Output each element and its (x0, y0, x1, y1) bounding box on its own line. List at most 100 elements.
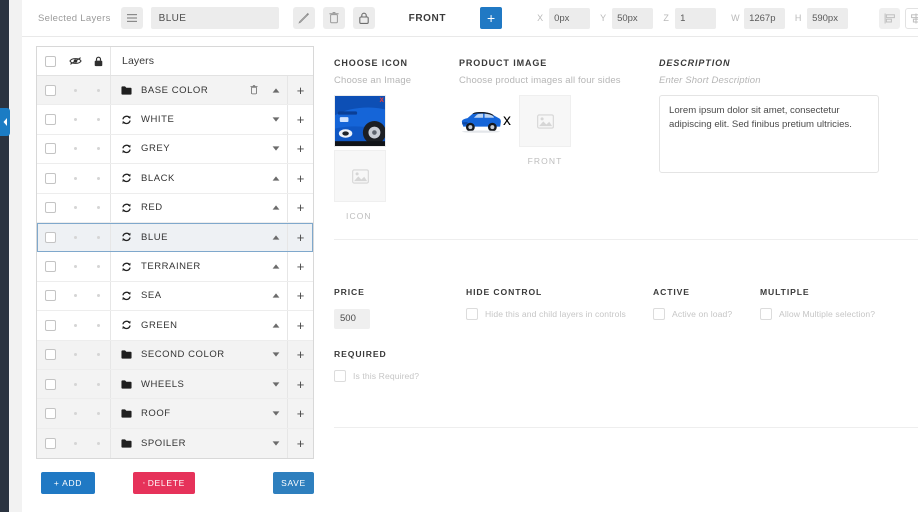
layer-lock-cell[interactable] (87, 428, 111, 459)
layer-visibility-cell[interactable] (63, 411, 87, 415)
layer-row[interactable]: RED + (37, 193, 313, 223)
align-center-horizontal-button[interactable] (905, 7, 918, 29)
transform-w-input[interactable] (744, 7, 786, 29)
layer-visibility-cell[interactable] (63, 382, 87, 386)
layer-checkbox[interactable] (44, 290, 56, 302)
layer-collapse-toggle[interactable] (265, 411, 287, 416)
layer-lock-cell[interactable] (87, 222, 111, 252)
hide-control-checkbox[interactable] (466, 308, 478, 320)
layer-checkbox[interactable] (44, 319, 56, 331)
layer-row[interactable]: SEA + (37, 281, 313, 312)
layer-add-child-button[interactable]: + (287, 164, 313, 193)
delete-layer-button[interactable] (322, 7, 345, 29)
layer-checkbox[interactable] (44, 172, 56, 184)
description-textarea[interactable] (659, 95, 879, 173)
layer-collapse-toggle[interactable] (265, 293, 287, 299)
layer-lock-cell[interactable] (87, 340, 111, 369)
layer-add-child-button[interactable]: + (287, 340, 313, 369)
transform-h-input[interactable] (807, 7, 849, 29)
layer-lock-cell[interactable] (87, 399, 111, 428)
layer-row[interactable]: SPOILER + (37, 428, 313, 459)
layer-add-child-button[interactable]: + (287, 76, 313, 105)
hamburger-menu-button[interactable] (120, 7, 143, 29)
layer-visibility-cell[interactable] (63, 441, 87, 445)
add-layer-button[interactable]: + ADD (41, 472, 95, 494)
layer-visibility-cell[interactable] (63, 176, 87, 180)
layer-lock-cell[interactable] (87, 134, 111, 164)
layer-row[interactable]: TERRAINER + (37, 252, 313, 282)
layer-lock-cell[interactable] (87, 105, 111, 134)
required-checkbox[interactable] (334, 370, 346, 382)
layer-lock-cell[interactable] (87, 369, 111, 399)
layer-add-child-button[interactable]: + (287, 369, 313, 399)
layer-checkbox[interactable] (44, 261, 56, 273)
layer-add-child-button[interactable]: + (287, 222, 313, 252)
lock-icon[interactable] (94, 56, 103, 67)
layer-collapse-toggle[interactable] (265, 352, 287, 357)
price-input[interactable] (334, 308, 370, 329)
transform-x-input[interactable] (549, 7, 591, 29)
layer-row[interactable]: GREY + (37, 134, 313, 165)
layer-add-child-button[interactable]: + (287, 105, 313, 134)
layer-collapse-toggle[interactable] (265, 176, 287, 181)
layer-checkbox[interactable] (44, 202, 56, 214)
layer-delete-button[interactable] (243, 85, 265, 95)
layer-lock-cell[interactable] (87, 76, 111, 105)
layer-add-child-button[interactable]: + (287, 428, 313, 459)
layer-row[interactable]: BLUE + (37, 222, 313, 253)
layer-row[interactable]: SECOND COLOR + (37, 340, 313, 370)
layer-lock-cell[interactable] (87, 164, 111, 193)
layer-visibility-cell[interactable] (63, 235, 87, 239)
layer-collapse-toggle[interactable] (265, 88, 287, 93)
layer-add-child-button[interactable]: + (287, 134, 313, 164)
layer-lock-cell[interactable] (87, 252, 111, 281)
layer-collapse-toggle[interactable] (265, 235, 287, 240)
layer-collapse-toggle[interactable] (265, 146, 287, 152)
layer-add-child-button[interactable]: + (287, 399, 313, 428)
layer-checkbox[interactable] (44, 437, 56, 449)
layer-row[interactable]: ROOF + (37, 399, 313, 429)
layer-collapse-toggle[interactable] (265, 441, 287, 446)
layer-collapse-toggle[interactable] (265, 205, 287, 210)
remove-product-image-badge[interactable]: x (503, 112, 511, 130)
layer-checkbox[interactable] (44, 143, 56, 155)
product-image-upload-placeholder[interactable] (519, 95, 571, 147)
layer-visibility-cell[interactable] (63, 323, 87, 327)
remove-icon-badge[interactable]: x (380, 96, 384, 104)
align-left-button[interactable] (879, 7, 901, 29)
layer-lock-cell[interactable] (87, 193, 111, 222)
layer-visibility-cell[interactable] (63, 294, 87, 298)
layer-checkbox[interactable] (44, 378, 56, 390)
layer-visibility-cell[interactable] (63, 353, 87, 357)
layer-collapse-toggle[interactable] (265, 323, 287, 328)
layer-name-input[interactable] (150, 7, 279, 29)
layer-visibility-cell[interactable] (63, 265, 87, 269)
transform-y-input[interactable] (612, 7, 654, 29)
layer-add-child-button[interactable]: + (287, 311, 313, 340)
layer-collapse-toggle[interactable] (265, 264, 287, 269)
layer-checkbox[interactable] (44, 407, 56, 419)
layer-add-child-button[interactable]: + (287, 281, 313, 311)
layer-row[interactable]: BLACK + (37, 164, 313, 194)
layer-row[interactable]: GREEN + (37, 311, 313, 341)
layer-checkbox[interactable] (44, 114, 56, 126)
icon-upload-placeholder[interactable] (334, 150, 386, 202)
edit-layer-button[interactable] (292, 7, 315, 29)
lock-layer-button[interactable] (352, 7, 375, 29)
active-checkbox[interactable] (653, 308, 665, 320)
multiple-checkbox[interactable] (760, 308, 772, 320)
layer-visibility-cell[interactable] (63, 118, 87, 122)
layer-collapse-toggle[interactable] (265, 381, 287, 387)
layer-add-child-button[interactable]: + (287, 193, 313, 222)
layer-lock-cell[interactable] (87, 311, 111, 340)
layer-checkbox[interactable] (44, 84, 56, 96)
layer-row[interactable]: BASE COLOR + (37, 76, 313, 106)
layer-visibility-cell[interactable] (63, 147, 87, 151)
delete-selected-button[interactable]: DELETE (133, 472, 195, 494)
eye-slash-icon[interactable] (68, 56, 82, 66)
select-all-checkbox[interactable] (44, 55, 56, 67)
icon-thumbnail[interactable]: x (334, 95, 386, 147)
layer-collapse-toggle[interactable] (265, 117, 287, 122)
sidebar-collapse-toggle[interactable] (0, 108, 10, 136)
layer-visibility-cell[interactable] (63, 88, 87, 92)
